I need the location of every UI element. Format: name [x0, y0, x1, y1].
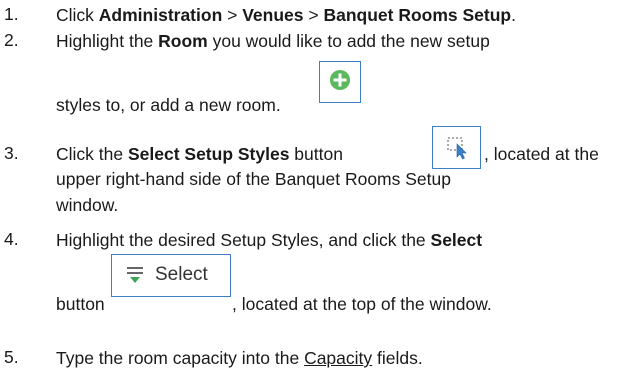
- step-text-line-1-tail: , located at the: [484, 144, 599, 164]
- button-name-select: Select: [430, 230, 483, 250]
- step-number: 4.: [4, 229, 19, 249]
- step-text: Type the room capacity into the Capacity…: [56, 348, 423, 368]
- step-text-line-1: Highlight the Room you would like to add…: [56, 31, 490, 51]
- step-text: Click Administration > Venues > Banquet …: [56, 5, 516, 25]
- add-green-circle-icon: [330, 70, 350, 90]
- select-setup-styles-button-image: [432, 126, 481, 169]
- step-text-line-3: window.: [56, 195, 119, 215]
- step-number: 3.: [4, 143, 19, 163]
- step-number: 5.: [4, 347, 19, 367]
- step-text-line-2: upper right-hand side of the Banquet Roo…: [56, 169, 451, 189]
- field-room: Room: [158, 31, 208, 51]
- step-number: 2.: [4, 30, 19, 50]
- step-text-line-2: styles to, or add a new room.: [56, 95, 281, 115]
- field-capacity: Capacity: [304, 348, 373, 368]
- step-number: 1.: [4, 4, 19, 24]
- menu-banquet-rooms-setup: Banquet Rooms Setup: [323, 5, 512, 25]
- select-button-image: Select: [111, 254, 231, 297]
- select-area-cursor-icon: [447, 137, 467, 160]
- menu-venues: Venues: [242, 5, 304, 25]
- step-text-line-2: button: [56, 294, 105, 314]
- select-filter-icon: [127, 267, 143, 283]
- step-text-line-1: Click the Select Setup Styles button: [56, 144, 343, 164]
- menu-administration: Administration: [98, 5, 223, 25]
- button-name-select-setup-styles: Select Setup Styles: [127, 144, 290, 164]
- step-text-line-2-tail: , located at the top of the window.: [232, 294, 492, 314]
- step-text-line-1: Highlight the desired Setup Styles, and …: [56, 230, 483, 250]
- select-button-label: Select: [155, 264, 208, 285]
- add-button-image: [319, 61, 361, 103]
